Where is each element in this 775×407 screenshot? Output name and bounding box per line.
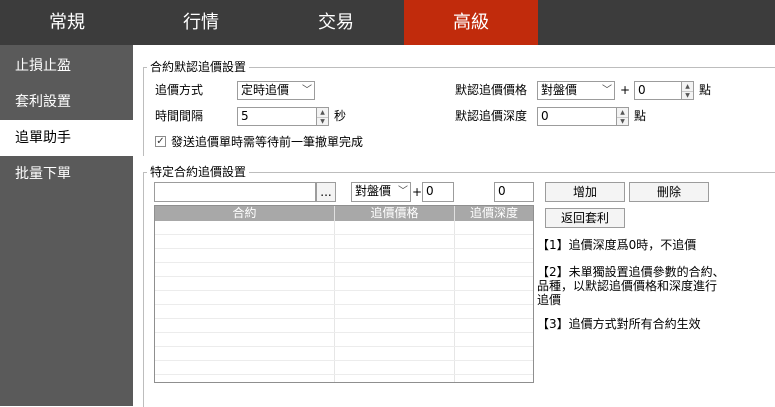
back-to-arbitrage-button[interactable]: 返回套利 xyxy=(545,208,625,228)
default-settings-title: 合約默認追價設置 xyxy=(147,60,250,74)
chevron-down-icon: ﹀ xyxy=(602,85,612,96)
specific-settings-title: 特定合約追價設置 xyxy=(147,165,250,179)
default-price-offset-input[interactable]: 0 xyxy=(634,81,682,100)
sidebar-item-chase-order[interactable]: 追單助手 xyxy=(0,120,133,156)
column-header-depth: 追價深度 xyxy=(469,206,518,220)
tab-trading[interactable]: 交易 xyxy=(269,0,403,45)
spinner-down-icon[interactable]: ▼ xyxy=(617,117,628,126)
delete-button[interactable]: 刪除 xyxy=(629,182,709,202)
table-row[interactable] xyxy=(155,361,533,375)
contract-input[interactable] xyxy=(154,182,316,202)
sidebar-item-arbitrage[interactable]: 套利設置 xyxy=(0,84,133,120)
table-row[interactable] xyxy=(155,235,533,249)
default-price-value: 對盤價 xyxy=(541,83,578,97)
tab-general[interactable]: 常規 xyxy=(0,0,134,45)
depth-unit: 點 xyxy=(634,109,647,123)
specific-depth-value: 0 xyxy=(498,184,506,198)
default-depth-value: 0 xyxy=(541,109,549,123)
table-row[interactable] xyxy=(155,291,533,305)
interval-value: 5 xyxy=(241,109,249,123)
specific-depth-input[interactable]: 0 xyxy=(494,182,534,202)
interval-unit: 秒 xyxy=(334,109,347,123)
tab-advanced[interactable]: 高級 xyxy=(404,0,538,45)
default-depth-spinner[interactable]: ▲ ▼ xyxy=(617,107,629,126)
default-depth-label: 默認追價深度 xyxy=(455,109,528,123)
price-type-select[interactable]: 對盤價 ﹀ xyxy=(351,182,411,202)
specific-offset-value: 0 xyxy=(426,184,434,198)
table-row[interactable] xyxy=(155,333,533,347)
table-row[interactable] xyxy=(155,319,533,333)
chase-method-label: 追價方式 xyxy=(155,83,204,97)
default-price-offset-spinner[interactable]: ▲ ▼ xyxy=(682,81,694,100)
spinner-down-icon[interactable]: ▼ xyxy=(682,91,693,100)
specific-plus-sign: + xyxy=(412,185,423,199)
note-1: 【1】追價深度爲0時，不追價 xyxy=(537,238,697,252)
chase-method-value: 定時追價 xyxy=(241,83,290,97)
interval-spinner[interactable]: ▲ ▼ xyxy=(317,107,329,126)
price-type-value: 對盤價 xyxy=(355,184,392,198)
column-header-contract: 合約 xyxy=(155,206,335,221)
chase-method-select[interactable]: 定時追價 ﹀ xyxy=(237,81,315,100)
note-3: 【3】追價方式對所有合約生效 xyxy=(537,317,701,331)
specific-contract-table: 合約 追價價格 追價深度 xyxy=(154,205,534,383)
wait-cancel-label: 發送追價單時需等待前一筆撤單完成 xyxy=(171,135,364,149)
sidebar-item-stop-loss[interactable]: 止損止盈 xyxy=(0,48,133,84)
top-tab-bar: 常規 行情 交易 高級 xyxy=(0,0,775,45)
content-panel: 合約默認追價設置 追價方式 定時追價 ﹀ 時間間隔 5 ▲ ▼ 秒 默認追價價格… xyxy=(133,45,775,407)
default-price-label: 默認追價價格 xyxy=(455,83,528,97)
table-row[interactable] xyxy=(155,277,533,291)
note-2: 【2】未單獨設置追價參數的合約、品種，以默認追價價格和深度進行追價 xyxy=(537,265,725,307)
wait-cancel-checkbox[interactable]: ✓ xyxy=(155,136,166,147)
table-row[interactable] xyxy=(155,347,533,361)
default-depth-input[interactable]: 0 xyxy=(537,107,617,126)
spinner-down-icon[interactable]: ▼ xyxy=(317,117,328,126)
chevron-down-icon: ﹀ xyxy=(302,85,312,96)
checkmark-icon: ✓ xyxy=(156,136,165,147)
table-header: 合約 追價價格 追價深度 xyxy=(155,206,533,221)
interval-input[interactable]: 5 xyxy=(237,107,317,126)
table-row[interactable] xyxy=(155,249,533,263)
table-row[interactable] xyxy=(155,263,533,277)
tab-quotes[interactable]: 行情 xyxy=(134,0,268,45)
specific-offset-input[interactable]: 0 xyxy=(422,182,454,202)
add-button[interactable]: 增加 xyxy=(545,182,625,202)
column-header-price: 追價價格 xyxy=(335,206,455,221)
sidebar: 止損止盈 套利設置 追單助手 批量下單 xyxy=(0,45,133,406)
plus-sign: + xyxy=(620,83,631,97)
table-row[interactable] xyxy=(155,305,533,319)
default-price-offset-value: 0 xyxy=(638,83,646,97)
table-row[interactable] xyxy=(155,221,533,235)
tick-unit: 點 xyxy=(699,83,712,97)
interval-label: 時間間隔 xyxy=(155,109,204,123)
default-price-select[interactable]: 對盤價 ﹀ xyxy=(537,81,615,100)
chevron-down-icon: ﹀ xyxy=(398,186,408,197)
browse-contract-button[interactable]: ... xyxy=(316,182,336,202)
sidebar-item-batch-order[interactable]: 批量下單 xyxy=(0,156,133,192)
